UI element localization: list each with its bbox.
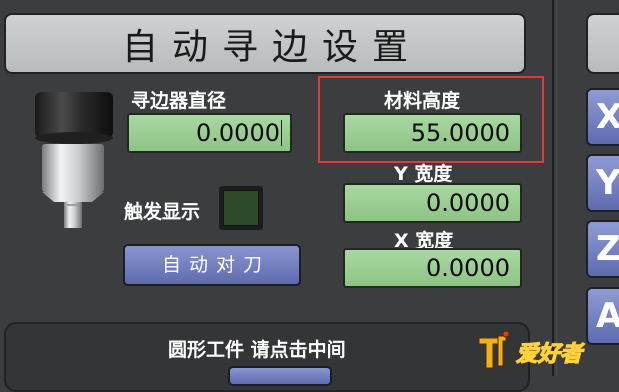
y-width-label: Y 宽度 xyxy=(394,163,453,185)
axis-z-button[interactable]: Z xyxy=(586,220,619,278)
y-width-field[interactable]: 0.0000 xyxy=(343,183,522,223)
panel-divider xyxy=(552,0,554,376)
trigger-led xyxy=(223,190,259,226)
trigger-label: 触发显示 xyxy=(124,201,201,223)
axis-x-button[interactable]: X xyxy=(586,88,619,146)
page-title: 自动寻边设置 xyxy=(121,26,422,68)
panel-divider-highlight xyxy=(556,0,557,376)
material-height-label: 材料高度 xyxy=(384,90,461,112)
title-bar: 自动寻边设置 xyxy=(4,13,526,74)
material-height-field[interactable]: 55.0000 xyxy=(343,113,522,153)
diameter-label: 寻边器直径 xyxy=(131,90,227,112)
x-width-field[interactable]: 0.0000 xyxy=(343,248,522,288)
round-part-label: 圆形工件 请点击中间 xyxy=(168,339,346,361)
auto-tool-setting-button[interactable]: 自动对刀 xyxy=(123,244,301,286)
trigger-indicator xyxy=(219,186,263,230)
right-header-button[interactable] xyxy=(586,13,619,74)
edge-finder-probe-icon xyxy=(35,92,113,228)
round-part-center-button[interactable] xyxy=(228,366,332,386)
svg-text:爱好者: 爱好者 xyxy=(516,342,585,367)
text-cursor xyxy=(281,120,282,146)
watermark-logo-icon: 爱好者 xyxy=(478,330,586,369)
diameter-field[interactable]: 0.0000 xyxy=(127,113,292,153)
axis-y-button[interactable]: Y xyxy=(586,154,619,212)
